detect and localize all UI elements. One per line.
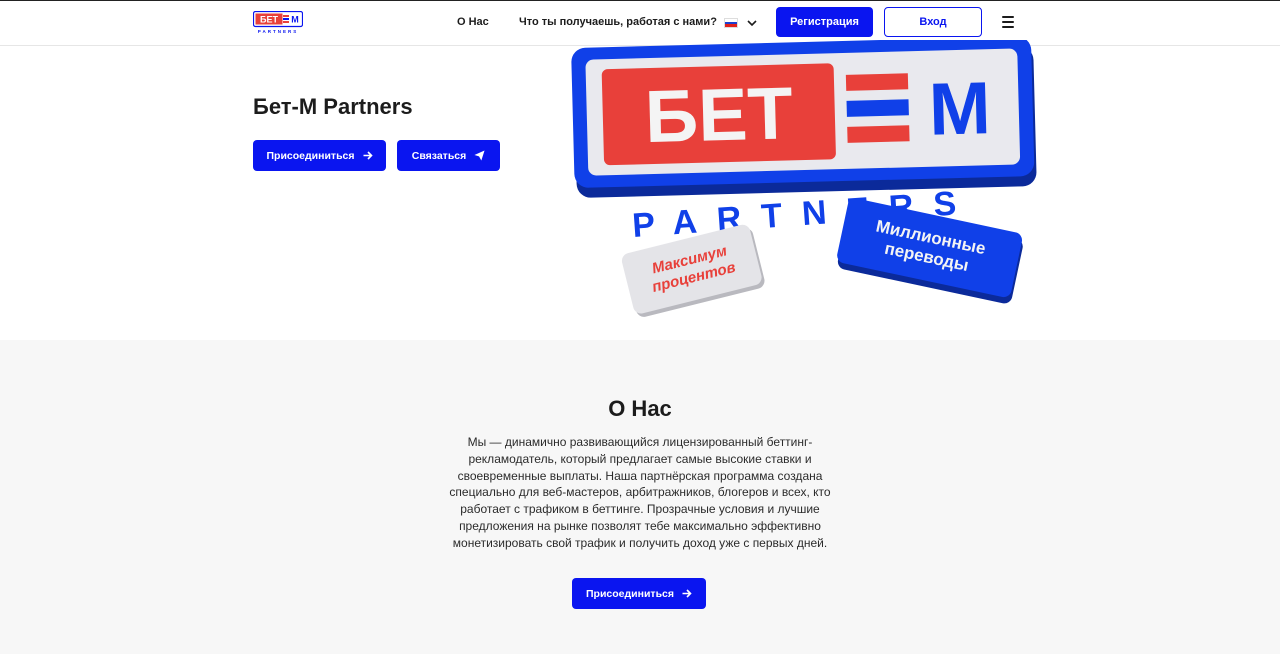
svg-text:М: М [928, 66, 992, 151]
about-join-button-label: Присоединиться [586, 587, 674, 600]
hero-brand-artwork: БЕТ М PARTNERS Максимум процентов Миллио… [571, 40, 1037, 317]
about-section: О Нас Мы — динамично развивающийся лицен… [0, 340, 1280, 654]
contact-button[interactable]: Связаться [397, 140, 500, 171]
arrow-right-icon [363, 151, 373, 160]
logo[interactable]: БЕТ М PARTNERS [253, 11, 303, 35]
logo-subtext: PARTNERS [258, 29, 298, 34]
svg-text:М: М [291, 15, 299, 25]
art-brand-text: БЕТ [644, 71, 794, 158]
register-button[interactable]: Регистрация [776, 7, 873, 37]
logo-text-brand: БЕТ [260, 15, 278, 25]
join-button[interactable]: Присоединиться [253, 140, 386, 171]
language-selector[interactable] [724, 14, 760, 32]
about-text: Мы — динамично развивающийся лицензирова… [449, 435, 831, 550]
login-button[interactable]: Вход [884, 7, 982, 37]
contact-button-label: Связаться [411, 149, 467, 162]
russia-flag-icon [724, 18, 738, 28]
nav-link-benefits[interactable]: Что ты получаешь, работая с нами? [519, 16, 717, 28]
about-join-button[interactable]: Присоединиться [572, 578, 706, 609]
arrow-right-icon [682, 589, 692, 598]
chevron-down-icon [747, 19, 757, 26]
about-title: О Нас [608, 396, 672, 421]
join-button-label: Присоединиться [266, 149, 355, 162]
hamburger-menu-icon[interactable] [1002, 16, 1014, 28]
hero-title: Бет-М Partners [253, 94, 413, 119]
nav-link-about[interactable]: О Нас [457, 16, 489, 28]
send-icon [474, 150, 485, 161]
